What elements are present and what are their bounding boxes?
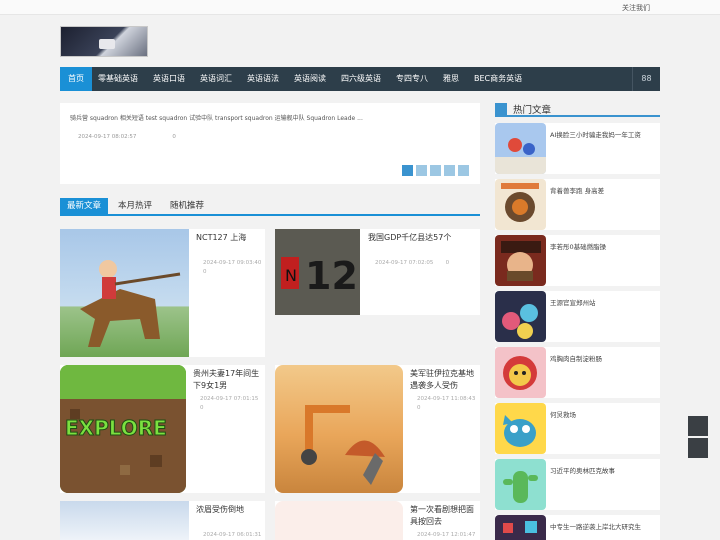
sidebar-item-label[interactable]: 中专生一路逆袭上岸北大研究生 [550, 521, 641, 531]
site-logo[interactable] [60, 26, 148, 57]
sidebar-item[interactable]: 鸡胸肉自制淀粉肠 [495, 347, 660, 398]
sidebar-item[interactable]: 习近平的奥林匹克故事 [495, 459, 660, 510]
anime-group-icon [495, 291, 546, 342]
article-title[interactable]: 第一次看剧想把面具按回去 [410, 504, 478, 528]
nav-item-tem[interactable]: 专四专八 [396, 67, 428, 91]
article-count: 0 [417, 405, 421, 411]
sidebar-item-label[interactable]: 背着兽李跑 身高差 [550, 185, 604, 195]
grid-menu-icon[interactable]: 88 [632, 67, 660, 91]
runner-game-icon [495, 123, 546, 174]
follow-us-link[interactable]: 关注我们 [622, 3, 650, 13]
svg-text:12: 12 [305, 254, 358, 298]
slider-dot[interactable] [430, 165, 441, 176]
fox-emblem-icon [495, 179, 546, 230]
pirate-captain-icon [495, 235, 546, 286]
pixel-battle-icon [495, 515, 546, 540]
horse-rider-icon[interactable] [60, 229, 189, 357]
nav-item-grammar[interactable]: 英语语法 [247, 67, 279, 91]
nav-item-basic-english[interactable]: 零基础英语 [98, 67, 138, 91]
slider-date: 2024-09-17 08:02:57 [78, 134, 137, 140]
article-meta: 2024-09-17 11:08:43 0 [417, 395, 479, 413]
article-count: 0 [203, 269, 207, 275]
nav-item-home[interactable]: 首页 [60, 67, 92, 91]
desert-robot-icon[interactable] [275, 365, 403, 493]
cactus-character-icon [495, 459, 546, 510]
netflix-poster-icon[interactable]: N 12 [275, 229, 360, 315]
sidebar-item-label[interactable]: 习近平的奥林匹克故事 [550, 465, 615, 475]
tabs-underline [60, 214, 480, 216]
slider-dot[interactable] [444, 165, 455, 176]
top-bar [0, 0, 720, 15]
article-date: 2024-09-17 06:01:31 [203, 532, 262, 538]
sidebar-item[interactable]: 中专生一路逆袭上岸北大研究生 [495, 515, 660, 540]
nav-item-bec[interactable]: BEC商务英语 [474, 67, 522, 91]
slider-dot[interactable] [458, 165, 469, 176]
sidebar-item[interactable]: 李若彤0基础燃脂操 [495, 235, 660, 286]
slider-text[interactable]: 骑兵营 squadron 相关短语 test squadron 试验中队 tra… [70, 113, 363, 122]
mask-drama-icon[interactable] [275, 501, 403, 540]
nav-item-spoken-english[interactable]: 英语口语 [153, 67, 185, 91]
sidebar-item[interactable]: 何炅救场 [495, 403, 660, 454]
nav-item-ielts[interactable]: 雅思 [443, 67, 459, 91]
explore-game-icon[interactable]: EXPLORE [60, 365, 186, 493]
article-title[interactable]: NCT127 上海 [196, 232, 262, 244]
tab-latest[interactable]: 最新文章 [60, 198, 109, 214]
article-meta: 2024-09-17 07:02:05 0 [375, 259, 475, 268]
lion-mascot-icon [495, 347, 546, 398]
article-date: 2024-09-17 12:01:47 [417, 532, 476, 538]
article-date: 2024-09-17 07:01:15 [200, 396, 259, 402]
article-meta: 2024-09-17 07:01:15 0 [200, 395, 262, 413]
tab-monthly-hot[interactable]: 本月热评 [118, 198, 152, 214]
slider-meta: 2024-09-17 08:02:57 0 [78, 134, 212, 140]
article-title[interactable]: 我国GDP千亿县达57个 [368, 232, 478, 244]
sidebar-item-label[interactable]: 王源官宣郑州站 [550, 297, 596, 307]
sidebar-item-label[interactable]: 李若彤0基础燃脂操 [550, 241, 606, 251]
article-date: 2024-09-17 07:02:05 [375, 260, 434, 266]
sidebar-item-label[interactable]: 何炅救场 [550, 409, 576, 419]
nav-item-cet[interactable]: 四六级英语 [341, 67, 381, 91]
article-meta: 2024-09-17 09:03:40 0 [203, 259, 263, 277]
article-count: 0 [445, 260, 450, 266]
slider-dot[interactable] [402, 165, 413, 176]
sidebar-title: 热门文章 [513, 105, 552, 116]
slider-dot[interactable] [416, 165, 427, 176]
svg-text:N: N [285, 266, 297, 285]
slider-count: 0 [172, 134, 176, 140]
snow-scene-icon[interactable] [60, 501, 189, 540]
article-title[interactable]: 美军驻伊拉克基地遇袭多人受伤 [410, 368, 478, 392]
article-date: 2024-09-17 09:03:40 [203, 260, 262, 266]
sidebar-item[interactable]: 王源官宣郑州站 [495, 291, 660, 342]
float-button[interactable] [688, 416, 708, 436]
article-title[interactable]: 贵州夫妻17年间生下9女1男 [193, 368, 263, 392]
green-pet-icon [495, 403, 546, 454]
main-nav: 首页 零基础英语 英语口语 英语词汇 英语语法 英语阅读 四六级英语 专四专八 … [60, 67, 660, 91]
sidebar-item[interactable]: AI换脸三小时骗走我妈一年工资 [495, 123, 660, 174]
nav-item-vocabulary[interactable]: 英语词汇 [200, 67, 232, 91]
sidebar-item-label[interactable]: 鸡胸肉自制淀粉肠 [550, 353, 602, 363]
sidebar-header-bar [495, 103, 507, 117]
article-date: 2024-09-17 11:08:43 [417, 396, 476, 402]
sidebar-item[interactable]: 背着兽李跑 身高差 [495, 179, 660, 230]
article-count: 0 [200, 405, 204, 411]
sidebar-item-label[interactable]: AI换脸三小时骗走我妈一年工资 [550, 129, 641, 139]
nav-item-reading[interactable]: 英语阅读 [294, 67, 326, 91]
svg-text:EXPLORE: EXPLORE [65, 416, 167, 440]
article-title[interactable]: 浓眉受伤倒地 [196, 504, 262, 516]
back-to-top-button[interactable] [688, 438, 708, 458]
tab-random[interactable]: 随机推荐 [170, 198, 204, 214]
